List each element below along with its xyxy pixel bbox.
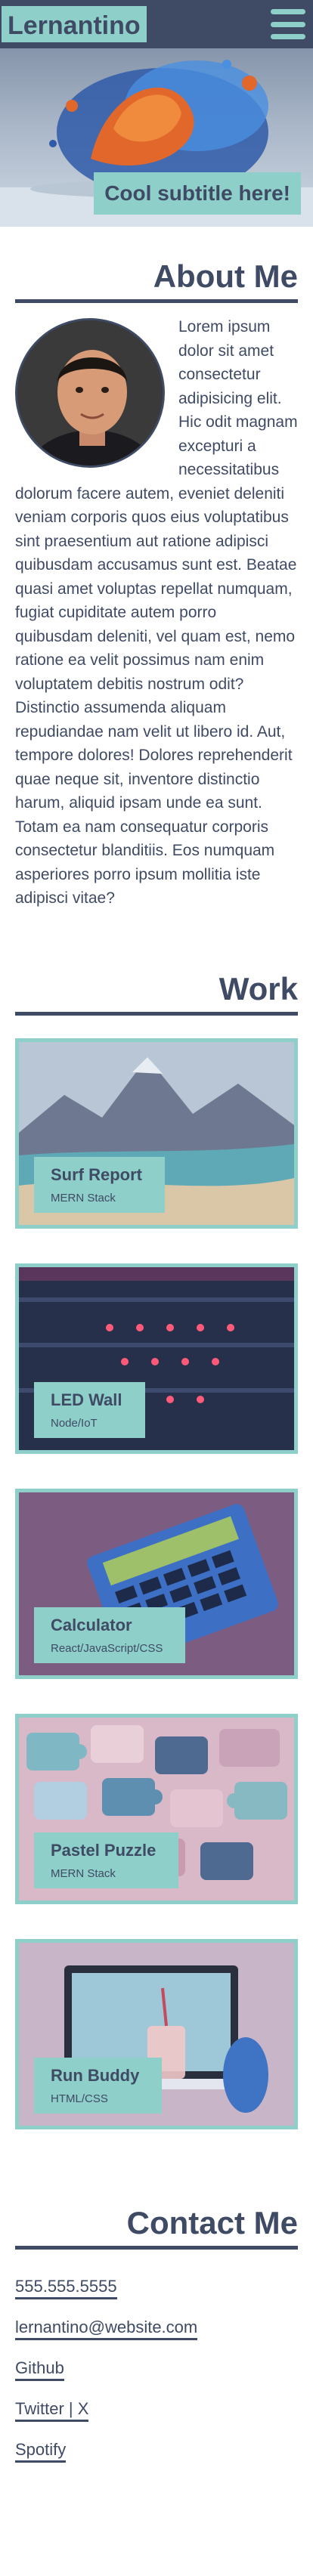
work-tech: MERN Stack [51,1866,116,1880]
work-card-pastel-puzzle[interactable]: Pastel Puzzle MERN Stack [15,1713,298,1904]
hero-subtitle: Cool subtitle here! [94,172,301,215]
contact-item: Spotify [15,2439,298,2481]
spotify-link[interactable]: Spotify [15,2439,67,2463]
work-title: LED Wall [51,1390,122,1409]
about-heading: About Me [15,258,298,303]
profile-photo [15,318,165,468]
github-link[interactable]: Github [15,2358,64,2381]
hamburger-menu-icon[interactable] [271,9,305,39]
contact-list: 555.555.5555 lernantino@website.com Gith… [15,2276,298,2481]
work-card-led-wall[interactable]: LED Wall Node/IoT [15,1263,298,1454]
work-tech: MERN Stack [51,1191,116,1205]
twitter-link[interactable]: Twitter | X [15,2398,89,2422]
phone-link[interactable]: 555.555.5555 [15,2276,117,2299]
work-title: Calculator [51,1615,132,1634]
work-label: LED Wall Node/IoT [34,1381,145,1438]
about-content: Lorem ipsum dolor sit amet consectetur a… [15,315,298,911]
work-label: Pastel Puzzle MERN Stack [34,1832,179,1888]
contact-item: Github [15,2358,298,2399]
work-card-surf-report[interactable]: Surf Report MERN Stack [15,1038,298,1229]
site-brand[interactable]: Lernantino [0,5,148,44]
work-section: Work Surf Report MERN Stack LED Wall Nod… [0,911,313,2129]
work-list: Surf Report MERN Stack LED Wall Node/IoT [15,1038,298,2129]
work-label: Surf Report MERN Stack [34,1156,165,1213]
about-section: About Me Lorem ipsum dolor sit amet cons… [0,227,313,911]
work-tech: HTML/CSS [51,2092,108,2105]
work-heading: Work [15,971,298,1016]
nav-bar: Lernantino [0,0,313,48]
site-header: Lernantino Cool subtitle here! [0,0,313,227]
work-tech: React/JavaScript/CSS [51,1641,163,1655]
contact-item: Twitter | X [15,2398,298,2440]
work-label: Run Buddy HTML/CSS [34,2057,163,2114]
work-card-calculator[interactable]: Calculator React/JavaScript/CSS [15,1488,298,1679]
contact-item: 555.555.5555 [15,2276,298,2318]
work-title: Pastel Puzzle [51,1840,156,1860]
contact-item: lernantino@website.com [15,2317,298,2358]
contact-section: Contact Me 555.555.5555 lernantino@websi… [0,2164,313,2496]
email-link[interactable]: lernantino@website.com [15,2317,198,2340]
work-title: Run Buddy [51,2065,140,2085]
contact-heading: Contact Me [15,2205,298,2250]
work-title: Surf Report [51,1164,142,1184]
work-tech: Node/IoT [51,1416,98,1430]
work-card-run-buddy[interactable]: Run Buddy HTML/CSS [15,1938,298,2129]
work-label: Calculator React/JavaScript/CSS [34,1607,186,1663]
